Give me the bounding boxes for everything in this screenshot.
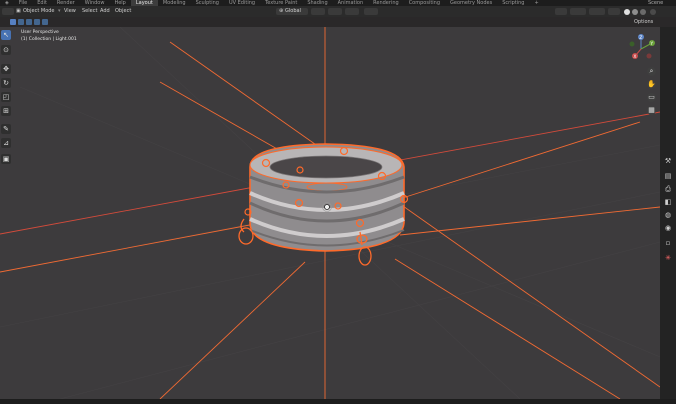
- scene-properties-icon[interactable]: ◍: [664, 211, 672, 219]
- select-mode-extend-icon[interactable]: [18, 19, 24, 25]
- object-data-properties-icon[interactable]: ✳: [664, 254, 672, 262]
- viewport-perspective-label: User Perspective: [21, 30, 59, 35]
- transform-tool-icon[interactable]: ⊞: [1, 106, 11, 116]
- perspective-grid-icon[interactable]: ▦: [647, 106, 656, 115]
- add-cube-tool-icon[interactable]: ▣: [1, 154, 11, 164]
- shading-wireframe-icon[interactable]: [650, 9, 656, 15]
- select-mode-subtract-icon[interactable]: [26, 19, 32, 25]
- ring-mesh[interactable]: [238, 143, 409, 266]
- shading-material-icon[interactable]: [632, 9, 638, 15]
- output-properties-icon[interactable]: ⎙: [664, 185, 672, 193]
- mode-cube-icon: ▣: [16, 8, 21, 14]
- view-layer-properties-icon[interactable]: ◧: [664, 198, 672, 206]
- camera-view-icon[interactable]: ▭: [647, 93, 656, 102]
- pivot-point-button[interactable]: [311, 8, 325, 15]
- zoom-icon[interactable]: ⌕: [647, 67, 656, 76]
- gizmo-y-label: Y: [649, 41, 653, 47]
- move-tool-icon[interactable]: ✥: [1, 64, 11, 74]
- options-dropdown[interactable]: Options: [634, 18, 653, 26]
- object-origin: [324, 204, 330, 210]
- viewport-header: ▣ Object Mode ▾ View Select Add Object ⊕…: [0, 6, 676, 17]
- menu-view[interactable]: View: [64, 6, 76, 17]
- render-properties-icon[interactable]: ▤: [664, 172, 672, 180]
- menu-add[interactable]: Add: [100, 6, 110, 17]
- mode-dropdown[interactable]: Object Mode: [23, 6, 55, 17]
- rotate-tool-icon[interactable]: ↻: [1, 78, 11, 88]
- gizmo-x-label: X: [633, 54, 636, 60]
- editor-type-button[interactable]: [2, 8, 14, 15]
- 3d-viewport[interactable]: User Perspective (1) Collection | Light.…: [0, 27, 660, 399]
- chevron-down-icon: ▾: [58, 8, 61, 14]
- overlay-toggle-button[interactable]: [589, 8, 605, 15]
- menu-object[interactable]: Object: [115, 6, 131, 17]
- snap-toggle-button[interactable]: [328, 8, 342, 15]
- xray-toggle-button[interactable]: [608, 8, 620, 15]
- viewport-collection-label: (1) Collection | Light.001: [21, 37, 77, 42]
- cursor-tool-icon[interactable]: ⊙: [1, 45, 11, 55]
- select-tool-icon[interactable]: ↖: [1, 30, 11, 40]
- object-properties-icon[interactable]: ▫: [664, 239, 672, 247]
- menu-select[interactable]: Select: [82, 6, 97, 17]
- select-mode-new-icon[interactable]: [10, 19, 16, 25]
- status-bar: [0, 399, 676, 404]
- shading-solid-icon[interactable]: [624, 9, 630, 15]
- gizmo-z-label: Z: [639, 35, 642, 41]
- select-mode-invert-icon[interactable]: [34, 19, 40, 25]
- viewport-scene: [0, 27, 660, 399]
- navigation-gizmo[interactable]: Z Y X: [628, 32, 658, 62]
- select-mode-intersect-icon[interactable]: [42, 19, 48, 25]
- left-toolbar: ↖ ⊙ ✥ ↻ ◰ ⊞ ✎ ⊿ ▣: [0, 30, 12, 170]
- shading-rendered-icon[interactable]: [640, 9, 646, 15]
- world-properties-icon[interactable]: ◉: [664, 224, 672, 232]
- annotate-tool-icon[interactable]: ✎: [1, 124, 11, 134]
- measure-tool-icon[interactable]: ⊿: [1, 138, 11, 148]
- snap-target-button[interactable]: [345, 8, 359, 15]
- transform-orientation-label: Global: [285, 8, 301, 14]
- tool-settings-bar: Options: [0, 17, 676, 27]
- pan-hand-icon[interactable]: ✋: [647, 80, 656, 89]
- scale-tool-icon[interactable]: ◰: [1, 92, 11, 102]
- proportional-edit-button[interactable]: [364, 8, 378, 15]
- visibility-button[interactable]: [555, 8, 567, 15]
- orientation-globe-icon: ⊕: [279, 8, 284, 14]
- properties-tab-strip: ⚒ ▤ ⎙ ◧ ◍ ◉ ▫ ✳: [660, 27, 676, 399]
- gizmo-toggle-button[interactable]: [570, 8, 586, 15]
- tool-properties-icon[interactable]: ⚒: [664, 157, 672, 165]
